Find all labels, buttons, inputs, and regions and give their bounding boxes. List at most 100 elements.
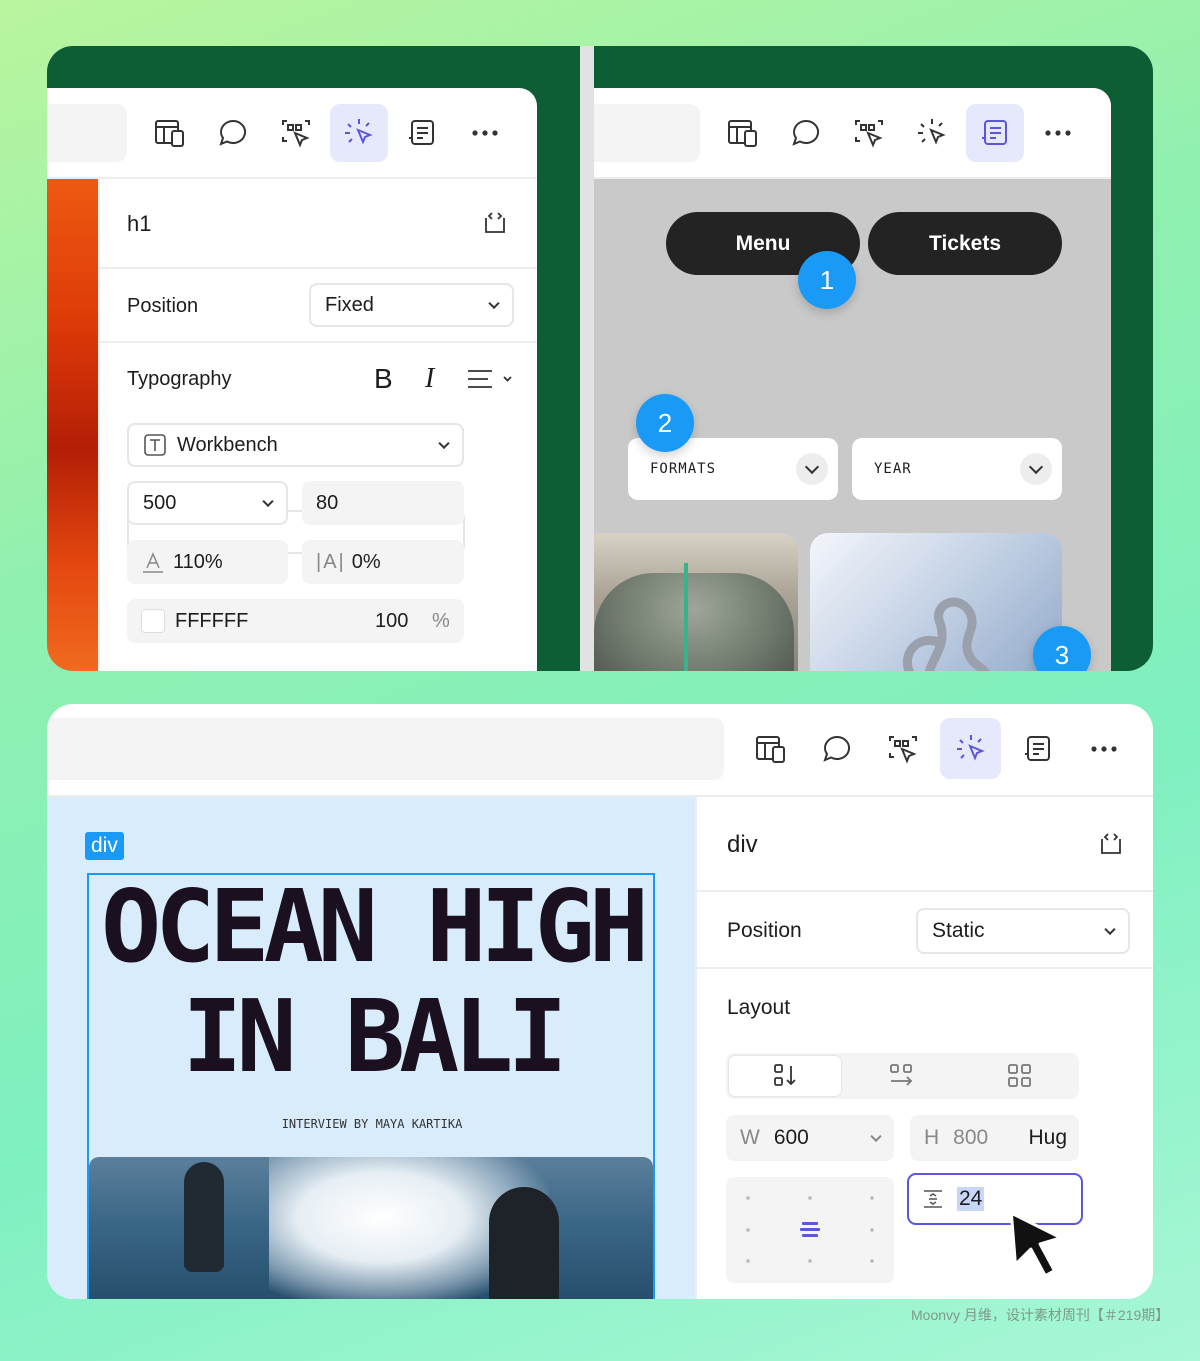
chevron-down-icon: [438, 437, 450, 450]
text-align-icon[interactable]: [466, 365, 516, 393]
comment-badge-1[interactable]: 1: [798, 251, 856, 309]
surfer-right: [489, 1187, 559, 1299]
toolbar-search-field[interactable]: [594, 104, 700, 162]
width-select[interactable]: W 600: [726, 1115, 894, 1161]
comment-button[interactable]: [777, 104, 835, 162]
code-view-icon[interactable]: [481, 209, 509, 237]
divider: [100, 341, 537, 343]
notes-icon: [409, 120, 434, 145]
toolbar-icons: [714, 104, 1092, 162]
product-image-sculpture[interactable]: [810, 533, 1062, 671]
selection-tag: div: [85, 832, 124, 860]
interaction-icon: [889, 735, 917, 764]
responsive-layout-icon: [728, 120, 757, 147]
opacity-value[interactable]: 100: [375, 610, 408, 633]
comment-button[interactable]: [808, 720, 866, 778]
responsive-layout-button[interactable]: [141, 104, 199, 162]
comment-icon: [792, 119, 820, 146]
more-button[interactable]: [456, 104, 514, 162]
height-mode[interactable]: Hug: [1028, 1126, 1067, 1150]
comment-badge-3[interactable]: 3: [1033, 626, 1091, 671]
responsive-layout-button[interactable]: [714, 104, 772, 162]
layout-mode-group: [726, 1053, 1079, 1099]
design-canvas[interactable]: div OCEAN HIGH IN BALI INTERVIEW BY MAYA…: [47, 797, 695, 1299]
height-value: 800: [953, 1126, 989, 1149]
color-hex-value: FFFFFF: [175, 609, 249, 632]
font-size-field[interactable]: 80: [302, 481, 464, 525]
layout-horizontal-button[interactable]: [844, 1055, 960, 1097]
comment-button[interactable]: [204, 104, 262, 162]
canvas-divider: [695, 797, 697, 1299]
position-label: Position: [127, 295, 199, 317]
bold-button[interactable]: B: [374, 363, 393, 395]
color-field[interactable]: FFFFFF 100 %: [127, 599, 464, 643]
letter-spacing-field[interactable]: |A| 0%: [302, 540, 464, 584]
line-height-field[interactable]: 110%: [127, 540, 288, 584]
stack-horizontal-icon: [890, 1064, 913, 1086]
more-icon: [472, 130, 498, 136]
opacity-unit: %: [432, 609, 450, 632]
year-dropdown[interactable]: YEAR: [852, 438, 1062, 500]
notes-button[interactable]: [1009, 720, 1067, 778]
tickets-button[interactable]: Tickets: [868, 212, 1062, 275]
stack-vertical-icon: [774, 1064, 796, 1086]
layout-grid-button[interactable]: [962, 1055, 1078, 1097]
comment-icon: [219, 119, 247, 146]
product-image-jacket[interactable]: [594, 533, 798, 671]
chevron-down-icon: [1104, 923, 1116, 936]
responsive-layout-button[interactable]: [742, 720, 800, 778]
element-tag: div: [727, 831, 758, 858]
interaction-button[interactable]: [840, 104, 898, 162]
notes-button[interactable]: [393, 104, 451, 162]
line-height-value: 110%: [173, 550, 223, 573]
notes-icon: [982, 120, 1007, 145]
animation-button[interactable]: [330, 104, 388, 162]
card-layout-panel: div OCEAN HIGH IN BALI INTERVIEW BY MAYA…: [47, 704, 1153, 1299]
canvas-image-orange: [47, 179, 98, 671]
responsive-layout-icon: [756, 735, 785, 763]
italic-button[interactable]: I: [425, 363, 434, 395]
alignment-grid[interactable]: [726, 1177, 894, 1283]
sparkle-cursor-icon: [918, 119, 946, 145]
position-value: Static: [932, 919, 985, 942]
line-height-icon: [143, 552, 163, 573]
surfer-left: [184, 1162, 224, 1272]
font-family-select[interactable]: Workbench: [127, 423, 464, 467]
font-weight-select[interactable]: 500: [127, 481, 288, 525]
divider: [100, 267, 537, 269]
toolbar-search-field[interactable]: [47, 718, 724, 780]
interaction-button[interactable]: [874, 720, 932, 778]
color-swatch[interactable]: [141, 609, 165, 633]
font-size-value: 80: [316, 491, 339, 514]
chevron-down-icon: [262, 495, 274, 508]
layout-label: Layout: [727, 996, 791, 1019]
watermark: Moonvy 月维，设计素材周刊【＃219期】: [911, 1307, 1170, 1323]
sculpture-shape: [902, 597, 991, 671]
notes-button[interactable]: [966, 104, 1024, 162]
comment-icon: [823, 735, 851, 762]
alignment-dots: [746, 1196, 874, 1263]
text-type-icon: [144, 434, 166, 456]
letter-spacing-value: 0%: [351, 550, 381, 573]
position-select[interactable]: Fixed: [309, 283, 514, 327]
position-label: Position: [727, 919, 802, 942]
toolbar-search-field[interactable]: [47, 104, 127, 162]
animation-button[interactable]: [903, 104, 961, 162]
more-button[interactable]: [1075, 720, 1133, 778]
mouse-cursor-icon: [1009, 1211, 1063, 1278]
gap-value: 24: [957, 1187, 985, 1211]
card-preview: Menu Tickets 1 FORMATS YEAR 2 3: [594, 46, 1153, 671]
more-button[interactable]: [1029, 104, 1087, 162]
surfer-photo[interactable]: [89, 1157, 653, 1299]
responsive-layout-icon: [155, 120, 184, 147]
comment-badge-2[interactable]: 2: [636, 394, 694, 452]
height-field[interactable]: H 800 Hug: [910, 1115, 1079, 1161]
code-view-icon[interactable]: [1097, 830, 1125, 858]
layout-vertical-button[interactable]: [728, 1055, 842, 1097]
interaction-button[interactable]: [267, 104, 325, 162]
width-value: 600: [773, 1126, 809, 1149]
animation-button[interactable]: [940, 718, 1001, 779]
position-select[interactable]: Static: [916, 908, 1130, 954]
toolbar-icons: [742, 718, 1138, 779]
year-label: YEAR: [874, 461, 912, 477]
